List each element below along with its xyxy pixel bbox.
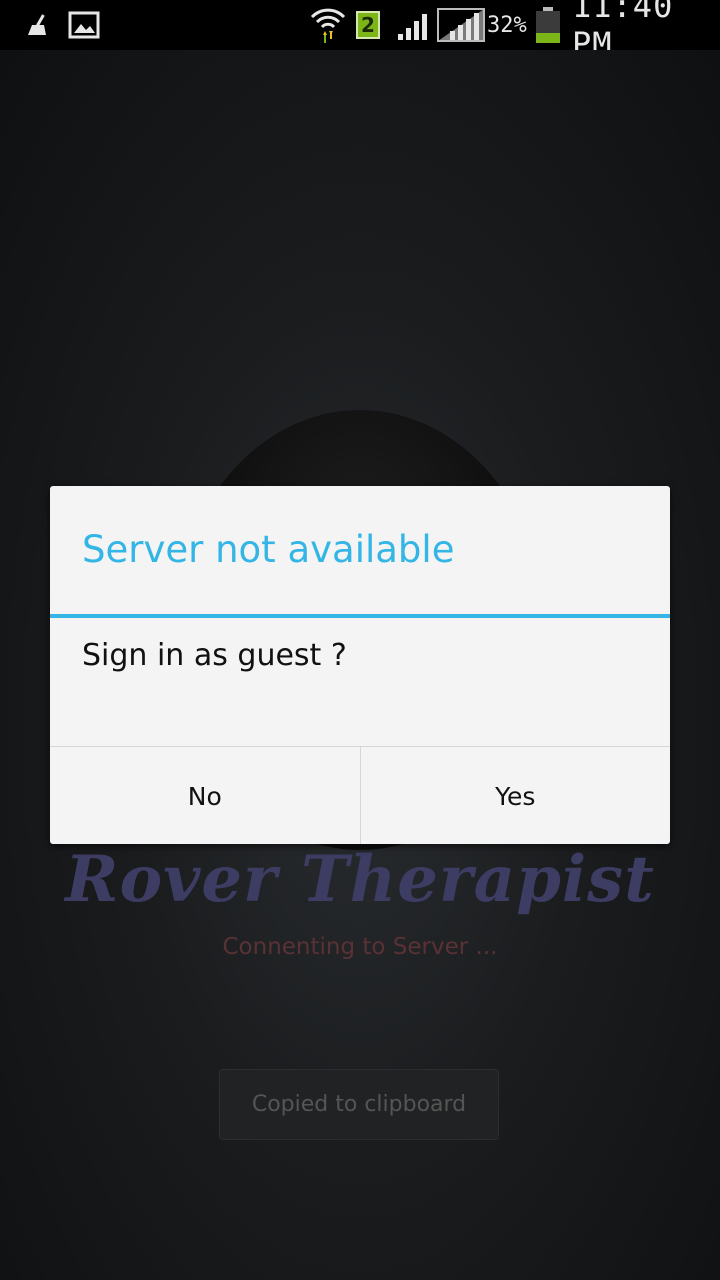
- signal-icon: [436, 0, 486, 50]
- signal-icon: [396, 0, 432, 50]
- sim-2-icon: 2: [356, 0, 380, 50]
- dialog-title: Server not available: [82, 528, 455, 571]
- wifi-icon: [310, 0, 346, 50]
- battery-icon: [535, 0, 561, 50]
- dialog-divider: [50, 614, 670, 618]
- server-unavailable-dialog: Server not available Sign in as guest ? …: [50, 486, 670, 844]
- connection-status: Connenting to Server ...: [222, 934, 498, 960]
- dialog-button-bar: No Yes: [50, 746, 670, 844]
- clock: 11:40 PM: [572, 0, 674, 63]
- status-bar: 2 32% 11:40 PM: [0, 0, 720, 63]
- battery-percent: 32%: [487, 12, 527, 38]
- dialog-message: Sign in as guest ?: [82, 638, 347, 673]
- toast-message: Copied to clipboard: [219, 1069, 499, 1140]
- gallery-icon: [68, 0, 100, 50]
- yes-button[interactable]: Yes: [361, 747, 671, 844]
- no-button[interactable]: No: [50, 747, 360, 844]
- app-title: Rover Therapist: [65, 842, 655, 917]
- sim-badge: 2: [356, 11, 380, 39]
- cleaner-icon: [24, 0, 52, 50]
